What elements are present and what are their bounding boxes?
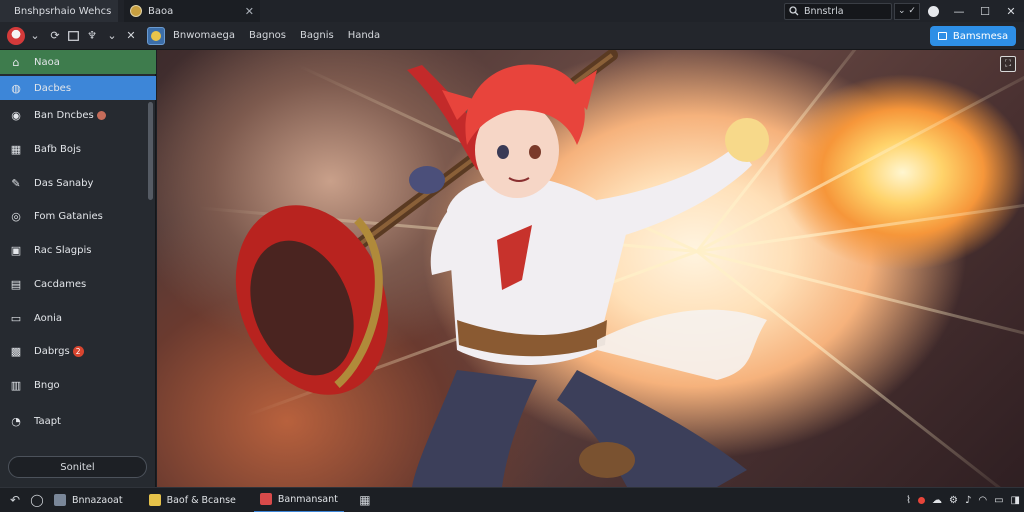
notification-icon[interactable]: ◨ xyxy=(1011,495,1020,506)
app-title: Bnshpsrhaio Wehcs xyxy=(14,5,112,17)
chat-icon: ◉ xyxy=(11,108,21,122)
close-icon[interactable]: ✕ xyxy=(121,22,141,50)
document-icon: ▥ xyxy=(10,378,22,392)
sidebar-item-label: Bafb Bojs xyxy=(34,143,82,155)
chevron-down-icon[interactable]: ⌄ xyxy=(25,22,45,50)
tab-favicon-icon xyxy=(130,5,142,17)
sidebar-scrollbar[interactable] xyxy=(148,102,153,200)
sidebar-item-bafb-bojs[interactable]: ▦ Bafb Bojs xyxy=(0,137,156,161)
sidebar-item-label: Cacdames xyxy=(34,278,87,290)
main-image-view: ⛶ xyxy=(157,50,1024,487)
system-tray: ⌇ ☁ ⚙ ♪ ◠ ▭ ◨ xyxy=(906,488,1020,512)
window-controls: Bnnstrla ⌄ ✓ — ☐ ✕ xyxy=(784,0,1024,22)
sidebar-item-rac-slagpis[interactable]: ▣ Rac Slagpis xyxy=(0,238,156,262)
screen-icon xyxy=(937,32,947,40)
sidebar-item-home[interactable]: ⌂ Naoa xyxy=(0,50,156,74)
puzzle-icon: ▩ xyxy=(10,344,22,358)
nav-link-4[interactable]: Handa xyxy=(348,30,380,41)
app-icon xyxy=(259,493,272,505)
chat-bubble-icon[interactable]: ◯ xyxy=(26,488,48,512)
taskbar-app-label: Bnnazaoat xyxy=(72,494,123,506)
sidebar-item-label: Taapt xyxy=(34,415,61,427)
sidebar-item-bngo[interactable]: ▥ Bngo xyxy=(0,373,156,397)
toolbar: ⌄ ⟳ ♆ ⌄ ✕ Bnwomaega Bagnos Bagnis Handa … xyxy=(0,22,1024,50)
grid-app-icon[interactable]: ▦ xyxy=(354,488,376,512)
sidebar-item-aonia[interactable]: ▭ Aonia xyxy=(0,306,156,330)
count-badge: 2 xyxy=(72,345,84,357)
wifi-icon[interactable]: ◠ xyxy=(978,495,987,506)
refresh-icon[interactable]: ⟳ xyxy=(45,22,65,50)
home-icon: ⌂ xyxy=(12,55,20,69)
sidebar-item-ban-dncbes[interactable]: ◉ Ban Dncbes xyxy=(0,103,156,127)
site-icon[interactable] xyxy=(147,26,165,45)
nav-link-3[interactable]: Bagnis xyxy=(300,30,334,41)
sidebar-item-label: Naoa xyxy=(34,56,60,68)
bell-icon: ◔ xyxy=(11,414,21,428)
sidebar: ⌂ Naoa ◍ Dacbes ◉ Ban Dncbes ▦ Bafb Bojs… xyxy=(0,50,156,487)
profile-circle-icon xyxy=(927,5,939,17)
user-avatar[interactable] xyxy=(7,26,25,45)
chevron-down-icon[interactable]: ⌄ xyxy=(103,22,121,50)
taskbar-app-2[interactable]: Baof & Bcanse xyxy=(143,488,242,512)
sidebar-item-label: Rac Slagpis xyxy=(34,244,92,256)
sidebar-item-label: Fom Gatanies xyxy=(34,210,103,222)
profile-circle-button[interactable] xyxy=(920,0,946,22)
primary-action-label: Bamsmesa xyxy=(952,30,1009,42)
back-icon[interactable]: ↶ xyxy=(4,488,26,512)
sidebar-item-label: Aonia xyxy=(34,312,63,324)
notification-dot xyxy=(96,110,106,120)
battery-icon[interactable]: ▭ xyxy=(994,495,1003,506)
network-icon[interactable]: ⌇ xyxy=(906,495,911,506)
sidebar-item-das-sanaby[interactable]: ✎ Das Sanaby xyxy=(0,171,156,195)
window-icon[interactable] xyxy=(65,22,81,50)
volume-icon[interactable]: ♪ xyxy=(965,495,971,506)
maximize-button[interactable]: ☐ xyxy=(972,0,998,22)
sidebar-item-fom-gatanies[interactable]: ◎ Fom Gatanies xyxy=(0,204,156,228)
fullscreen-icon[interactable]: ⛶ xyxy=(1000,56,1016,72)
top-search-text: Bnnstrla xyxy=(804,5,844,17)
sidebar-item-label: Dacbes xyxy=(34,82,72,94)
taskbar-app-3[interactable]: Banmansant xyxy=(253,488,344,512)
sidebar-item-dacbes[interactable]: ◍ Dacbes xyxy=(0,76,156,100)
nav-link-2[interactable]: Bagnos xyxy=(249,30,286,41)
top-search-box[interactable]: Bnnstrla xyxy=(784,2,892,20)
sidebar-item-cacdames[interactable]: ▤ Cacdames xyxy=(0,272,156,296)
cloud-icon[interactable]: ☁ xyxy=(932,495,942,506)
gift-icon: ▦ xyxy=(10,142,22,156)
extension-icon[interactable]: ♆ xyxy=(81,22,103,50)
calendar-icon: ▤ xyxy=(10,277,22,291)
top-search-dropdown[interactable]: ⌄ ✓ xyxy=(894,2,920,20)
tab-close-icon[interactable]: ✕ xyxy=(245,5,254,18)
browser-tab[interactable]: Baoa ✕ xyxy=(124,0,260,22)
sidebar-item-label: Bngo xyxy=(34,379,60,391)
close-window-button[interactable]: ✕ xyxy=(998,0,1024,22)
taskbar-app-label: Banmansant xyxy=(277,493,338,505)
search-icon xyxy=(789,6,799,16)
store-icon: ▣ xyxy=(10,243,22,257)
title-bar: Bnshpsrhaio Wehcs Baoa ✕ Bnnstrla ⌄ ✓ — … xyxy=(0,0,1024,22)
app-tab[interactable]: Bnshpsrhaio Wehcs xyxy=(0,0,118,22)
tab-title: Baoa xyxy=(148,5,174,17)
sidebar-item-label: Dabrgs xyxy=(34,345,70,357)
sidebar-item-taapt[interactable]: ◔ Taapt xyxy=(0,409,156,433)
primary-action-button[interactable]: Bamsmesa xyxy=(930,26,1016,46)
sidebar-item-label: Ban Dncbes xyxy=(34,109,94,121)
pen-icon: ✎ xyxy=(11,176,21,190)
app-icon xyxy=(54,494,66,506)
settings-icon[interactable]: ⚙ xyxy=(949,495,958,506)
taskbar-app-1[interactable]: Bnnazaoat xyxy=(48,488,129,512)
app-icon xyxy=(148,494,161,506)
anime-hero-illustration xyxy=(235,50,769,487)
globe-icon: ◍ xyxy=(11,81,21,95)
sidebar-footer-button[interactable]: Sonitel xyxy=(8,456,147,478)
sidebar-item-dabrgs[interactable]: ▩ Dabrgs 2 xyxy=(0,339,156,363)
nav-link-1[interactable]: Bnwomaega xyxy=(173,30,235,41)
sidebar-item-label: Das Sanaby xyxy=(34,177,94,189)
taskbar: ↶ ◯ Bnnazaoat Baof & Bcanse Banmansant ▦… xyxy=(0,487,1024,512)
taskbar-app-label: Baof & Bcanse xyxy=(166,494,236,506)
book-icon: ▭ xyxy=(10,311,22,325)
minimize-button[interactable]: — xyxy=(946,0,972,22)
target-icon: ◎ xyxy=(11,209,21,223)
alert-dot-icon[interactable] xyxy=(918,497,925,504)
